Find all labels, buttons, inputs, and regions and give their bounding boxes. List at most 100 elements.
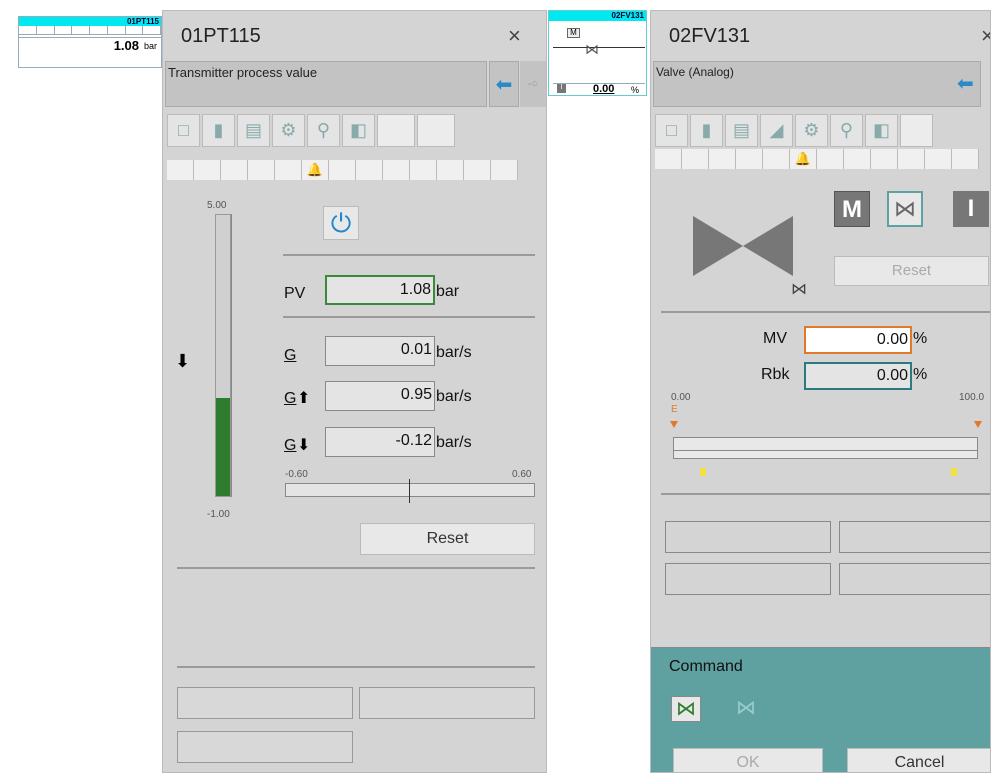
memo-view-icon[interactable]: ◧ <box>342 114 375 147</box>
gradient-unit: bar/s <box>436 344 472 361</box>
bell-icon: 🔔 <box>790 149 817 169</box>
ok-button[interactable]: OK <box>673 748 823 772</box>
back-arrow-icon[interactable]: ⬅ <box>957 71 974 96</box>
pt-block-unit: bar <box>143 41 157 51</box>
mv-field[interactable]: 0.00 <box>804 326 912 354</box>
divider <box>283 254 535 256</box>
fv-block-mode: M <box>567 28 580 38</box>
limits-view-icon[interactable]: ▮ <box>202 114 235 147</box>
open-command-icon[interactable]: ⋈ <box>671 696 701 722</box>
pt-description: Transmitter process value <box>165 61 487 107</box>
trend-view-icon[interactable]: ▤ <box>725 114 758 147</box>
fv-scale-e: E <box>671 404 678 415</box>
reset-button[interactable]: Reset <box>834 256 989 286</box>
fv-empty-field <box>839 521 990 553</box>
pt-faceplate: 01PT115 × Transmitter process value ⬅ -○… <box>162 10 547 773</box>
mv-unit: % <box>913 330 928 347</box>
batch-view-icon[interactable]: ⚲ <box>307 114 340 147</box>
fv-empty-field <box>665 521 831 553</box>
fv-high-marker <box>951 468 957 476</box>
parameter-view-icon[interactable]: ⚙ <box>272 114 305 147</box>
close-icon[interactable]: × <box>508 23 521 49</box>
trend-view-icon[interactable]: ▤ <box>237 114 270 147</box>
pv-label: PV <box>284 285 306 302</box>
pv-field: 1.08 <box>325 275 435 305</box>
manual-mode-button[interactable]: M <box>834 191 870 227</box>
fv-scale-lower-bar <box>673 451 978 459</box>
gradient-down-unit: bar/s <box>436 434 472 451</box>
bell-icon: 🔔 <box>302 160 329 180</box>
ramp-view-icon[interactable]: ◢ <box>760 114 793 147</box>
divider <box>177 567 535 569</box>
fv-low-marker <box>700 468 706 476</box>
rbk-label: Rbk <box>761 366 790 383</box>
gradient-scale-min: -0.60 <box>285 469 308 480</box>
fv-faceplate: 02FV131 × Valve (Analog) ⬅ □ ▮ ▤ ◢ ⚙ ⚲ ◧… <box>650 10 991 773</box>
gradient-scale-pointer <box>409 479 410 503</box>
divider <box>661 493 990 495</box>
gradient-scale-max: 0.60 <box>512 469 532 480</box>
divider <box>661 311 990 313</box>
readback-unit: % <box>913 366 928 383</box>
power-icon[interactable]: ⏻ <box>323 206 359 240</box>
pt-empty-field <box>177 731 353 763</box>
batch-view-icon[interactable]: ⚲ <box>830 114 863 147</box>
readback-field: 0.00 <box>804 362 912 390</box>
gradient-up-field: 0.95 <box>325 381 435 411</box>
gradient-scale-bar <box>285 483 535 497</box>
cancel-button[interactable]: Cancel <box>847 748 990 772</box>
mv-label: MV <box>763 330 787 347</box>
pt-scale-ticks <box>231 214 243 497</box>
limits-view-icon[interactable]: ▮ <box>690 114 723 147</box>
g-down-label: G <box>284 437 297 454</box>
pv-unit: bar <box>436 283 460 300</box>
fv-description: Valve (Analog) <box>653 61 981 107</box>
up-arrow-icon: ⬆ <box>297 390 311 407</box>
fv-status-row: 🔔 <box>655 149 979 169</box>
key-icon: -○ <box>520 61 546 107</box>
toolbar-empty-slot <box>417 114 455 147</box>
command-panel: Command ⋈ ⋈ OK Cancel <box>651 647 990 772</box>
gradient-field: 0.01 <box>325 336 435 366</box>
pt-empty-field <box>177 687 353 719</box>
pt-view-toolbar: □ ▮ ▤ ⚙ ⚲ ◧ <box>167 114 457 147</box>
valve-symbol-icon <box>693 216 793 276</box>
parameter-view-icon[interactable]: ⚙ <box>795 114 828 147</box>
memo-view-icon[interactable]: ◧ <box>865 114 898 147</box>
close-command-icon[interactable]: ⋈ <box>731 696 761 722</box>
overview-view-icon[interactable]: □ <box>167 114 200 147</box>
divider <box>283 316 535 318</box>
pt-bar-frame <box>215 214 231 497</box>
divider <box>177 666 535 668</box>
pt-block-icon[interactable]: 01PT115 1.08 bar <box>18 16 162 68</box>
fv-view-toolbar: □ ▮ ▤ ◢ ⚙ ⚲ ◧ <box>655 114 935 147</box>
toolbar-empty-slot <box>900 114 933 147</box>
fv-block-status: I <box>557 84 566 93</box>
close-icon[interactable]: × <box>981 23 990 49</box>
pt-bar-fill <box>216 397 230 496</box>
valve-icon: ⋈ <box>585 41 599 57</box>
pt-empty-field <box>359 687 535 719</box>
g-up-label: G <box>284 390 297 407</box>
pt-scale-max: 5.00 <box>207 200 227 211</box>
interlock-button[interactable]: I <box>953 191 989 227</box>
pt-block-value: 1.08 <box>113 38 139 53</box>
pt-status-row: 🔔 <box>167 160 518 180</box>
back-arrow-icon[interactable]: ⬅ <box>489 61 519 107</box>
fv-block-value: 0.00 <box>593 83 615 95</box>
reset-button[interactable]: Reset <box>360 523 535 555</box>
fv-block-tag: 02FV131 <box>549 11 646 21</box>
pt-block-status-grid <box>19 26 161 35</box>
valve-mode-button[interactable]: ⋈ <box>887 191 923 227</box>
valve-small-icon: ⋈ <box>791 281 807 298</box>
fv-block-unit: % <box>631 85 640 95</box>
fv-high-limit-marker <box>974 421 982 428</box>
fv-block-icon[interactable]: 02FV131 M ⋈ I 0.00 % <box>548 10 647 96</box>
overview-view-icon[interactable]: □ <box>655 114 688 147</box>
fv-empty-field <box>665 563 831 595</box>
down-arrow-icon: ⬇ <box>297 437 311 454</box>
pt-trend-down-icon: ⬇ <box>175 351 191 371</box>
pt-scale-min: -1.00 <box>207 509 230 520</box>
fv-empty-field <box>839 563 990 595</box>
fv-scale-bar <box>673 437 978 451</box>
